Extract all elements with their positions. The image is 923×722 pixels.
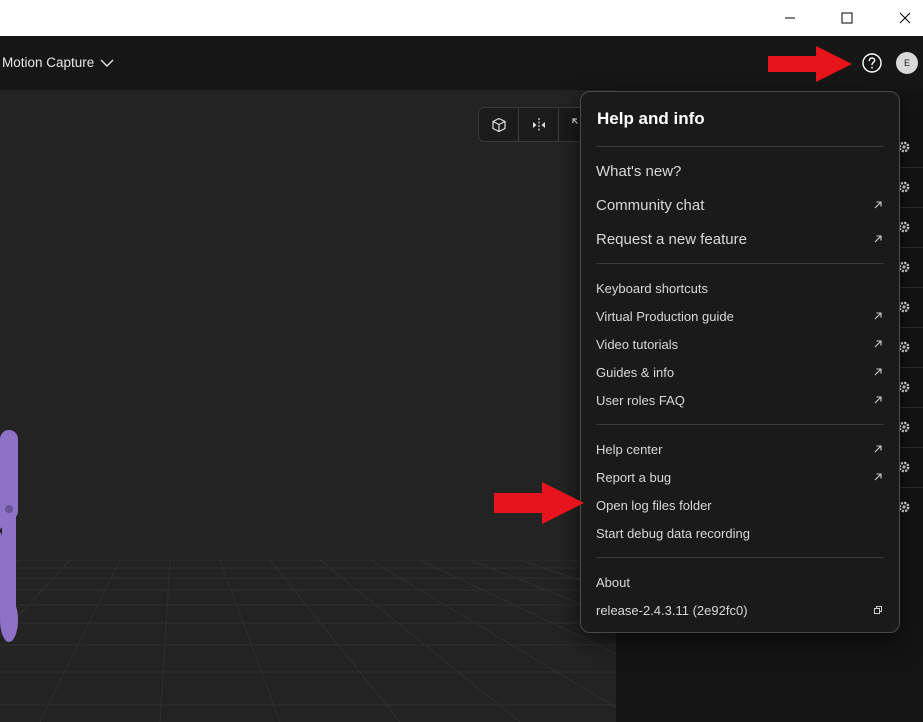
menu-item-whats-new[interactable]: What's new? <box>596 159 886 183</box>
mannequin-figure <box>0 430 18 642</box>
external-link-icon <box>874 368 882 376</box>
3d-viewport[interactable] <box>0 90 616 722</box>
workspace-title: Motion Capture <box>2 55 95 70</box>
menu-item-version[interactable]: release-2.4.3.11 (2e92fc0) <box>596 600 886 620</box>
menu-item-help-center[interactable]: Help center <box>596 439 886 459</box>
external-link-icon <box>874 340 882 348</box>
menu-divider <box>596 557 884 558</box>
menu-item-open-log-files-folder[interactable]: Open log files folder <box>596 495 886 515</box>
menu-divider <box>596 424 884 425</box>
menu-item-about[interactable]: About <box>596 572 886 592</box>
menu-item-start-debug-recording[interactable]: Start debug data recording <box>596 523 886 543</box>
external-link-icon <box>874 396 882 404</box>
floor-grid <box>0 560 616 722</box>
view-cube-button[interactable] <box>479 108 519 141</box>
menu-item-label: Help center <box>596 441 663 457</box>
mirror-button[interactable] <box>519 108 559 141</box>
copy-icon[interactable] <box>873 605 883 615</box>
minimize-icon <box>785 17 795 19</box>
cube-icon <box>491 117 506 132</box>
menu-item-label: Keyboard shortcuts <box>596 280 709 296</box>
menu-item-label: Community chat <box>596 196 705 214</box>
avatar-initial: E <box>903 58 910 68</box>
menu-divider <box>596 263 884 264</box>
menu-item-label: Start debug data recording <box>596 525 750 541</box>
external-link-icon <box>874 312 882 320</box>
external-link-icon <box>874 235 882 243</box>
mirror-icon <box>532 117 545 132</box>
external-link-icon <box>874 445 882 453</box>
menu-item-label: Guides & info <box>596 364 675 380</box>
menu-divider <box>596 146 884 147</box>
menu-item-request-feature[interactable]: Request a new feature <box>596 227 886 251</box>
chevron-down-icon <box>100 59 114 67</box>
menu-item-user-roles-faq[interactable]: User roles FAQ <box>596 390 886 410</box>
workspace-selector[interactable]: Motion Capture <box>2 55 114 70</box>
menu-item-label: Report a bug <box>596 469 672 485</box>
character-mannequin[interactable] <box>0 430 40 722</box>
external-link-icon <box>874 201 882 209</box>
maximize-button[interactable] <box>824 0 870 36</box>
maximize-icon <box>841 12 853 24</box>
menu-item-keyboard-shortcuts[interactable]: Keyboard shortcuts <box>596 278 886 298</box>
annotation-arrow-icon <box>494 482 584 524</box>
window-titlebar <box>0 0 923 36</box>
annotation-arrow-icon <box>768 46 852 82</box>
menu-item-label: About <box>596 574 630 590</box>
menu-item-label: User roles FAQ <box>596 392 685 408</box>
menu-title: Help and info <box>597 109 705 128</box>
close-button[interactable] <box>882 0 923 36</box>
menu-item-video-tutorials[interactable]: Video tutorials <box>596 334 886 354</box>
help-circle-icon <box>862 53 882 73</box>
help-info-menu: Help and info What's new? Community chat… <box>580 91 900 633</box>
menu-item-label: Virtual Production guide <box>596 308 734 324</box>
version-label: release-2.4.3.11 (2e92fc0) <box>596 602 748 618</box>
external-link-icon <box>874 473 882 481</box>
help-button[interactable] <box>860 51 884 75</box>
menu-item-report-bug[interactable]: Report a bug <box>596 467 886 487</box>
menu-item-label: Video tutorials <box>596 336 679 352</box>
menu-item-label: What's new? <box>596 162 682 180</box>
menu-item-community-chat[interactable]: Community chat <box>596 193 886 217</box>
menu-item-virtual-production-guide[interactable]: Virtual Production guide <box>596 306 886 326</box>
minimize-button[interactable] <box>767 0 813 36</box>
close-icon <box>899 12 911 24</box>
user-avatar[interactable]: E <box>896 52 918 74</box>
menu-item-label: Request a new feature <box>596 230 747 248</box>
menu-item-guides-info[interactable]: Guides & info <box>596 362 886 382</box>
menu-item-label: Open log files folder <box>596 497 712 513</box>
